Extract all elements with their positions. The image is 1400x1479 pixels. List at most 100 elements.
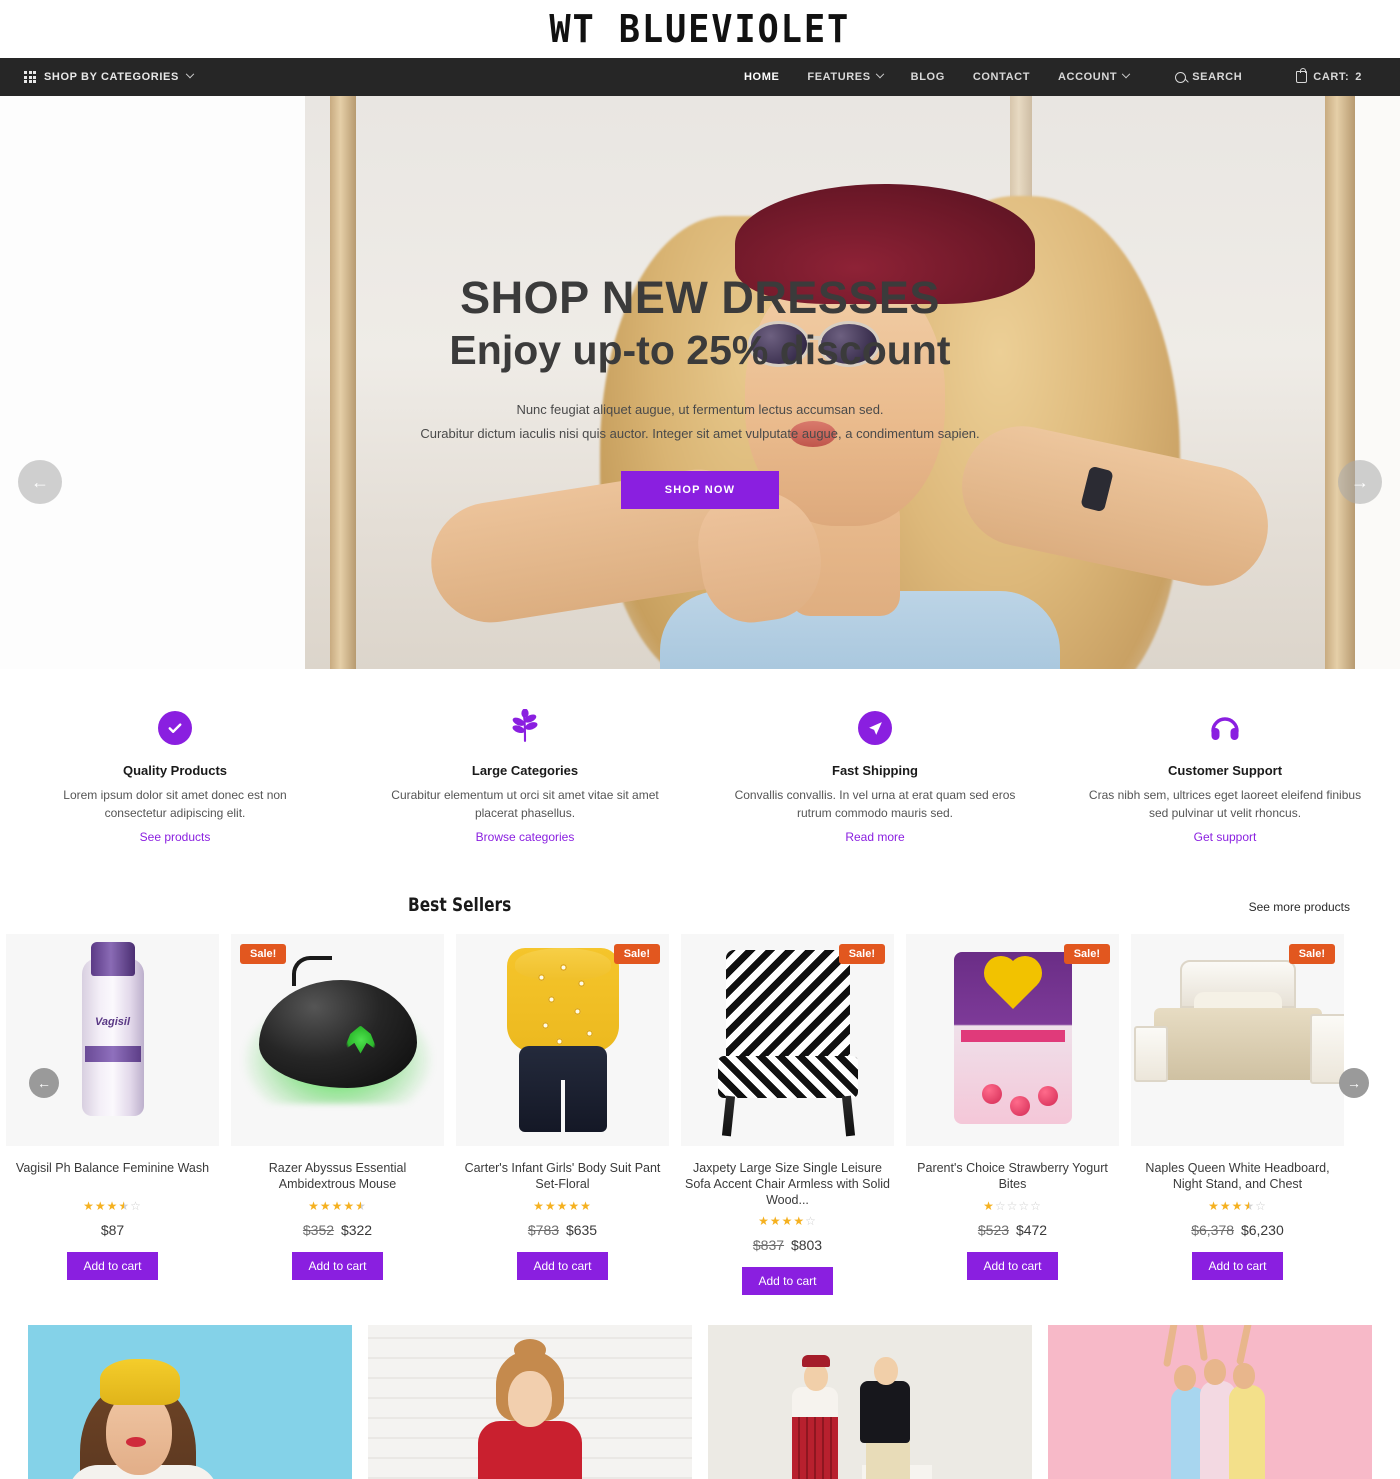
best-sellers-carousel: ← → Vagisil Vagisil Ph Balance Feminine … [0, 916, 1400, 1296]
product-list: Vagisil Vagisil Ph Balance Feminine Wash… [0, 933, 1400, 1296]
arrow-left-icon: ← [37, 1074, 51, 1091]
sale-badge: Sale! [613, 943, 660, 964]
add-to-cart-button[interactable]: Add to cart [67, 1251, 158, 1280]
feature-fast-shipping: Fast Shipping Convallis convallis. In ve… [700, 711, 1050, 846]
feature-link-see-products[interactable]: See products [140, 830, 211, 844]
feature-description: Convallis convallis. In vel urna at erat… [734, 788, 1016, 820]
feature-title: Large Categories [471, 763, 579, 778]
sale-badge: Sale! [838, 943, 885, 964]
paper-plane-icon [858, 711, 892, 745]
product-image[interactable]: Sale! [231, 933, 444, 1146]
feature-link-browse-categories[interactable]: Browse categories [476, 830, 575, 844]
category-tile-women[interactable] [28, 1325, 352, 1479]
feature-customer-support: Customer Support Cras nibh sem, ultrices… [1050, 711, 1400, 846]
product-card[interactable]: Sale! Razer Abyssus Essential Ambidextro… [225, 933, 450, 1296]
shop-by-categories-label: SHOP BY CATEGORIES [44, 71, 179, 83]
product-card[interactable]: Vagisil Vagisil Ph Balance Feminine Wash… [0, 933, 225, 1296]
product-name: Naples Queen White Headboard, Night Stan… [1145, 1160, 1330, 1191]
nav-item-contact-label: CONTACT [972, 71, 1031, 83]
site-logo[interactable]: WT BLUEVIOLET [550, 10, 851, 48]
feature-link-get-support[interactable]: Get support [1194, 830, 1257, 844]
main-navigation-bar: SHOP BY CATEGORIES HOME FEATURES BLOG CO… [0, 58, 1400, 96]
product-rating: ★★★★☆ [758, 1214, 817, 1229]
product-price: $783 $635 [450, 1222, 675, 1238]
add-to-cart-button[interactable]: Add to cart [292, 1251, 383, 1280]
search-button[interactable]: SEARCH [1161, 71, 1256, 83]
add-to-cart-button[interactable]: Add to cart [967, 1251, 1058, 1280]
product-card[interactable]: Sale! Naples Queen White Headboard, Nigh… [1125, 933, 1350, 1296]
category-tile-kids[interactable] [708, 1325, 1032, 1479]
product-card[interactable]: Sale! Carter's Infant Girls' Body Suit P… [450, 933, 675, 1296]
feature-large-categories: Large Categories Curabitur elementum ut … [350, 708, 700, 846]
product-old-price: $783 [527, 1221, 560, 1238]
product-rating: ★★★★★ [533, 1198, 592, 1213]
product-image[interactable]: Vagisil [6, 933, 219, 1146]
product-name: Razer Abyssus Essential Ambidextrous Mou… [268, 1160, 407, 1191]
product-rating: ★☆☆☆☆ [983, 1198, 1042, 1213]
product-price: $523 $472 [900, 1222, 1125, 1238]
nav-item-features[interactable]: FEATURES [793, 69, 896, 83]
add-to-cart-button[interactable]: Add to cart [1192, 1251, 1283, 1280]
arrow-right-icon: → [1351, 472, 1369, 492]
nav-item-home-label: HOME [744, 71, 780, 83]
see-more-products-link[interactable]: See more products [1249, 900, 1350, 914]
product-image[interactable]: Sale! [456, 933, 669, 1146]
search-icon [1175, 71, 1187, 83]
nav-item-account[interactable]: ACCOUNT [1044, 69, 1143, 83]
carousel-next-button[interactable]: → [1339, 1067, 1369, 1098]
add-to-cart-button[interactable]: Add to cart [517, 1251, 608, 1280]
shop-now-button[interactable]: SHOP NOW [620, 471, 780, 510]
product-rating: ★★★★★ [308, 1198, 367, 1213]
sale-badge: Sale! [1288, 943, 1335, 964]
hero-carousel: SHOP NEW DRESSES Enjoy up-to 25% discoun… [0, 96, 1400, 669]
product-image[interactable]: Sale! [681, 933, 894, 1146]
product-old-price: $6,378 [1191, 1221, 1235, 1238]
category-tiles-section [0, 1295, 1400, 1479]
category-tile-group[interactable] [1048, 1325, 1372, 1479]
hero-next-button[interactable]: → [1338, 460, 1382, 504]
product-image[interactable]: Sale! [1131, 933, 1344, 1146]
hero-paragraph-line-1: Nunc feugiat aliquet augue, ut fermentum… [516, 401, 884, 417]
product-current-price: $472 [1015, 1221, 1048, 1238]
chevron-down-icon [185, 69, 195, 79]
feature-title: Customer Support [1167, 763, 1283, 778]
cart-button[interactable]: CART: 2 [1282, 68, 1376, 83]
product-price: $352 $322 [225, 1222, 450, 1238]
leaf-icon [508, 708, 542, 748]
product-card[interactable]: Sale! Jaxpety Large Size Single Leisure … [675, 933, 900, 1296]
feature-description: Curabitur elementum ut orci sit amet vit… [391, 788, 659, 820]
arrow-left-icon: ← [31, 472, 49, 492]
product-name: Parent's Choice Strawberry Yogurt Bites [917, 1160, 1108, 1191]
chevron-down-icon [875, 69, 884, 79]
product-old-price: $837 [752, 1237, 785, 1254]
product-current-price: $6,230 [1240, 1221, 1284, 1238]
carousel-prev-button[interactable]: ← [29, 1067, 59, 1098]
product-current-price: $87 [100, 1221, 125, 1238]
nav-links: HOME FEATURES BLOG CONTACT ACCOUNT SEARC… [730, 68, 1376, 83]
nav-item-account-label: ACCOUNT [1058, 71, 1118, 83]
feature-title: Fast Shipping [832, 763, 918, 778]
shopping-bag-icon [1296, 68, 1308, 83]
feature-link-read-more[interactable]: Read more [845, 830, 904, 844]
nav-item-blog-label: BLOG [910, 71, 945, 83]
product-card[interactable]: Sale! Parent's Choice Strawberry Yogurt … [900, 933, 1125, 1296]
product-current-price: $803 [790, 1237, 823, 1254]
nav-item-blog[interactable]: BLOG [897, 71, 959, 83]
hero-prev-button[interactable]: ← [18, 460, 62, 504]
add-to-cart-button[interactable]: Add to cart [742, 1267, 833, 1296]
product-current-price: $635 [565, 1221, 598, 1238]
nav-item-home[interactable]: HOME [730, 71, 793, 83]
cart-label: CART: [1313, 71, 1350, 83]
feature-title: Quality Products [122, 763, 228, 778]
nav-item-contact[interactable]: CONTACT [959, 71, 1044, 83]
product-name: Carter's Infant Girls' Body Suit Pant Se… [464, 1160, 661, 1191]
hero-paragraph-line-2: Curabitur dictum iaculis nisi quis aucto… [420, 426, 980, 442]
product-image[interactable]: Sale! [906, 933, 1119, 1146]
cart-count: 2 [1355, 71, 1362, 83]
shop-by-categories-button[interactable]: SHOP BY CATEGORIES [24, 69, 195, 83]
product-price: $6,378 $6,230 [1125, 1222, 1350, 1238]
site-header: WT BLUEVIOLET [0, 0, 1400, 58]
nav-item-features-label: FEATURES [807, 71, 871, 83]
hero-headline: SHOP NEW DRESSES [460, 272, 940, 323]
category-tile-dresses[interactable] [368, 1325, 692, 1479]
